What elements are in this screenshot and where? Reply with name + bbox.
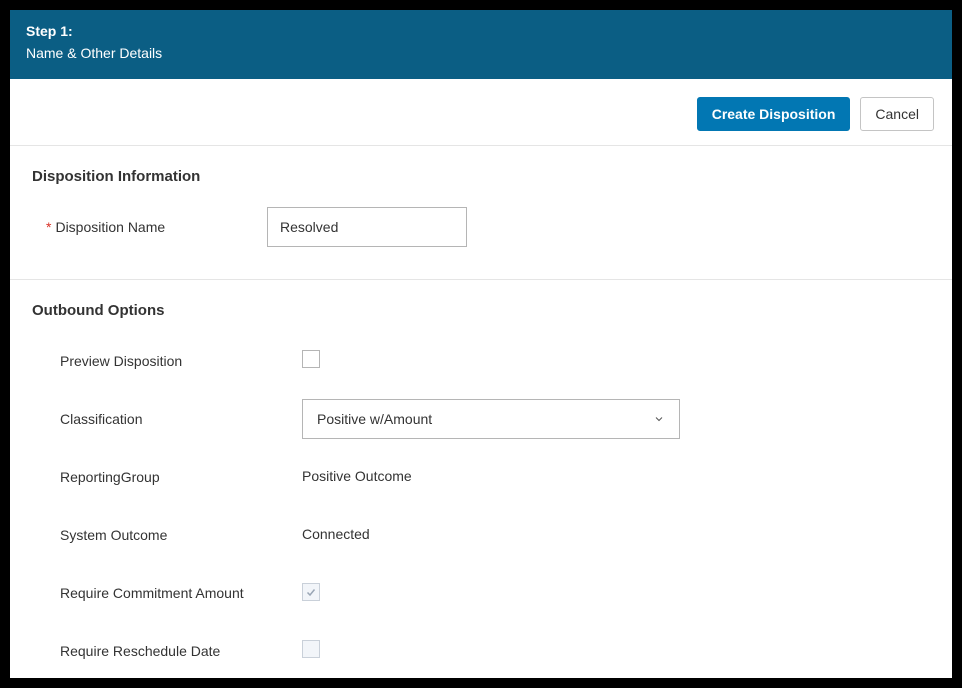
classification-row: Classification Positive w/Amount: [32, 399, 930, 439]
chevron-down-icon: [653, 413, 665, 425]
disposition-form-window: Step 1: Name & Other Details Create Disp…: [10, 10, 952, 678]
outbound-options-section: Outbound Options Preview Disposition Cla…: [10, 280, 952, 678]
disposition-info-title: Disposition Information: [32, 168, 930, 185]
reportinggroup-label: ReportingGroup: [32, 468, 302, 486]
reportinggroup-row: ReportingGroup Positive Outcome: [32, 457, 930, 497]
create-disposition-button[interactable]: Create Disposition: [697, 97, 851, 131]
systemoutcome-label: System Outcome: [32, 526, 302, 544]
reportinggroup-control: Positive Outcome: [302, 468, 412, 486]
form-header: Step 1: Name & Other Details: [10, 10, 952, 79]
require-commitment-checkbox: [302, 583, 320, 601]
classification-label: Classification: [32, 410, 302, 428]
classification-value: Positive w/Amount: [317, 411, 653, 427]
outbound-options-title: Outbound Options: [32, 302, 930, 319]
step-label: Step 1:: [26, 22, 936, 42]
require-reschedule-checkbox: [302, 640, 320, 658]
check-icon: [305, 586, 317, 598]
step-subtitle: Name & Other Details: [26, 44, 936, 64]
classification-select[interactable]: Positive w/Amount: [302, 399, 680, 439]
systemoutcome-control: Connected: [302, 526, 370, 544]
require-commitment-row: Require Commitment Amount: [32, 573, 930, 613]
required-indicator: *: [46, 219, 51, 235]
require-reschedule-control: [302, 640, 320, 663]
disposition-name-row: *Disposition Name: [32, 207, 930, 247]
reportinggroup-value: Positive Outcome: [302, 468, 412, 484]
require-reschedule-row: Require Reschedule Date: [32, 631, 930, 671]
preview-disposition-checkbox[interactable]: [302, 350, 320, 368]
disposition-info-section: Disposition Information *Disposition Nam…: [10, 146, 952, 269]
systemoutcome-row: System Outcome Connected: [32, 515, 930, 555]
require-commitment-label: Require Commitment Amount: [32, 584, 302, 602]
require-reschedule-label: Require Reschedule Date: [32, 642, 302, 660]
disposition-name-label: *Disposition Name: [32, 218, 267, 236]
disposition-name-control: [267, 207, 467, 247]
preview-disposition-label: Preview Disposition: [32, 352, 302, 370]
systemoutcome-value: Connected: [302, 526, 370, 542]
disposition-name-input[interactable]: [267, 207, 467, 247]
preview-disposition-row: Preview Disposition: [32, 341, 930, 381]
require-commitment-control: [302, 583, 320, 603]
classification-control: Positive w/Amount: [302, 399, 680, 439]
preview-disposition-control: [302, 350, 320, 373]
cancel-button[interactable]: Cancel: [860, 97, 934, 131]
action-bar: Create Disposition Cancel: [10, 79, 952, 146]
